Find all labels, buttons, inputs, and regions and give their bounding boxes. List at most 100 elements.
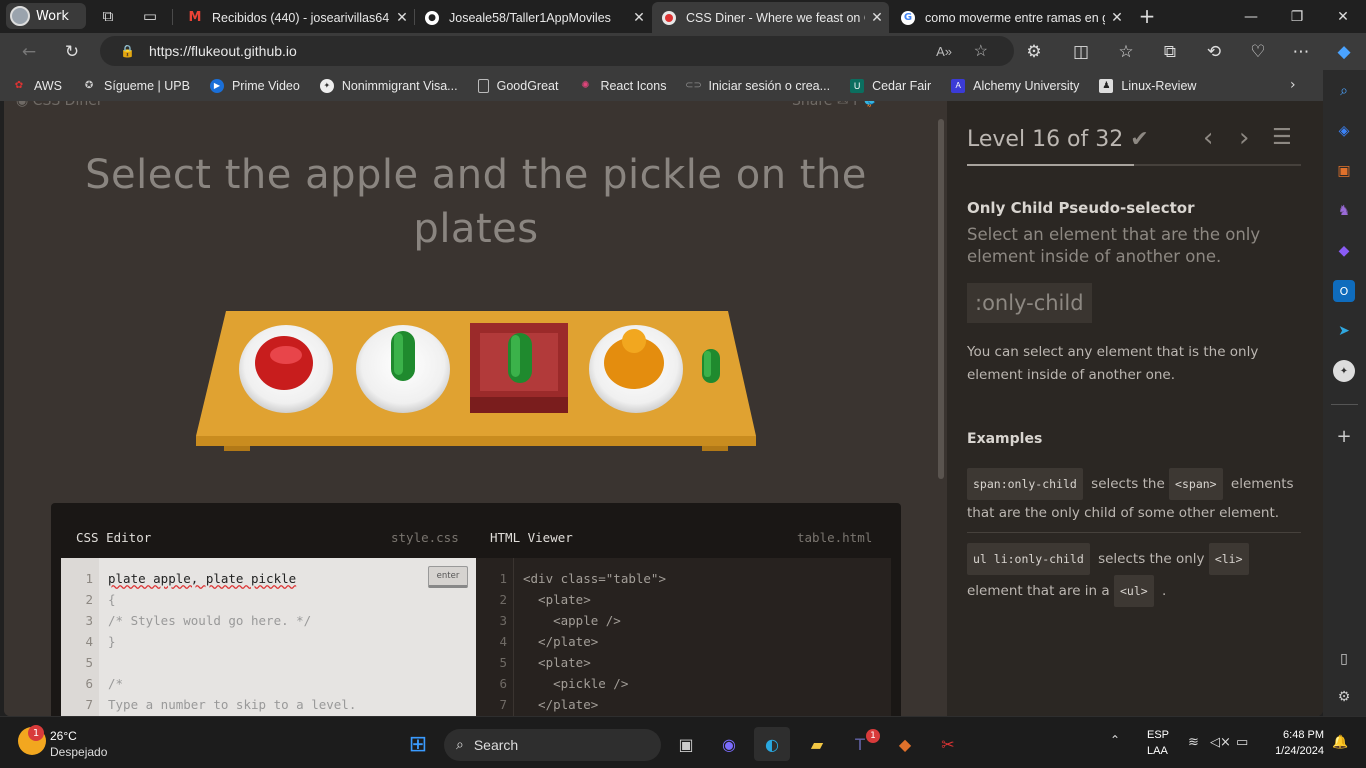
examples-heading: Examples bbox=[967, 431, 1043, 447]
game-area: ◉ CSS Diner Share ✉ f 🐦 Select the apple… bbox=[4, 101, 938, 716]
restore-icon[interactable]: ❐ bbox=[1274, 0, 1320, 33]
performance-icon[interactable]: ♡ bbox=[1245, 39, 1271, 65]
selector-syntax: :only-child bbox=[967, 283, 1092, 323]
order-instruction: Select the apple and the pickle on the p… bbox=[85, 152, 867, 252]
tab-actions-icon[interactable]: ▭ bbox=[139, 5, 161, 27]
weather-badge: 1 bbox=[28, 725, 44, 741]
plate-1[interactable] bbox=[239, 325, 333, 413]
close-icon[interactable]: ✕ bbox=[865, 10, 889, 26]
css-input[interactable]: plate apple, plate pickle bbox=[108, 571, 296, 586]
plate-2[interactable] bbox=[356, 325, 450, 413]
new-tab-icon[interactable]: + bbox=[1136, 4, 1158, 28]
send-icon[interactable]: ➤ bbox=[1333, 320, 1355, 342]
games-icon[interactable]: ♞ bbox=[1333, 200, 1355, 222]
sidebar-toggle-icon[interactable]: ▯ bbox=[1333, 648, 1355, 670]
extensions-icon[interactable]: ⚙ bbox=[1021, 39, 1047, 65]
outlook-icon[interactable]: O bbox=[1333, 280, 1355, 302]
bookmark-visa[interactable]: ✦ Nonimmigrant Visa... bbox=[319, 78, 458, 93]
battery-icon[interactable]: ▭ bbox=[1236, 735, 1248, 750]
enter-button[interactable]: enter bbox=[428, 566, 468, 588]
bookmark-cedar-fair[interactable]: U Cedar Fair bbox=[850, 78, 931, 93]
previous-level-icon[interactable]: ‹ bbox=[1203, 123, 1213, 153]
bookmark-upb[interactable]: ✪ Sígueme | UPB bbox=[82, 79, 190, 93]
minimize-icon[interactable]: — bbox=[1228, 0, 1274, 33]
back-icon[interactable]: ← bbox=[16, 39, 42, 65]
start-icon[interactable]: ⊞ bbox=[400, 727, 436, 761]
visa-sidebar-icon[interactable]: ✦ bbox=[1333, 360, 1355, 382]
git-icon[interactable]: ◆ bbox=[887, 727, 923, 761]
next-level-icon[interactable]: › bbox=[1239, 123, 1249, 153]
favorite-star-icon[interactable]: ☆ bbox=[974, 41, 988, 61]
profile-label: Work bbox=[36, 8, 69, 24]
close-icon[interactable]: ✕ bbox=[627, 10, 651, 26]
bookmark-aws[interactable]: ✿ AWS bbox=[12, 79, 62, 93]
task-view-icon[interactable]: ▣ bbox=[668, 727, 704, 761]
tab-css-diner[interactable]: CSS Diner - Where we feast on C ✕ bbox=[652, 2, 889, 33]
close-icon[interactable]: ✕ bbox=[390, 10, 414, 26]
tag-icon[interactable]: ◈ bbox=[1333, 120, 1355, 142]
page-scrollbar[interactable] bbox=[938, 119, 944, 479]
bookmark-prime[interactable]: ▶ Prime Video bbox=[209, 78, 300, 93]
address-bar[interactable]: 🔒 https://flukeout.github.io A» ☆ bbox=[100, 36, 1014, 66]
lock-icon: 🔒 bbox=[120, 44, 135, 58]
notification-bell-icon[interactable]: 🔔 bbox=[1332, 735, 1348, 750]
bookmark-linux-review[interactable]: ♟ Linux-Review bbox=[1099, 78, 1196, 93]
bookmark-iniciar-sesion[interactable]: ⊂⊃ Iniciar sesión o crea... bbox=[685, 79, 830, 93]
read-aloud-icon[interactable]: A» bbox=[936, 44, 952, 59]
react-icon: ✺ bbox=[581, 80, 590, 91]
profile-button[interactable]: Work bbox=[6, 3, 86, 29]
css-pane[interactable]: 1 2 3 4 5 6 7 plate apple, plate pickle … bbox=[61, 558, 476, 716]
search-icon: ⌕ bbox=[456, 737, 464, 753]
selector-description: You can select any element that is the o… bbox=[967, 344, 1259, 383]
snipping-tool-icon[interactable]: ✂ bbox=[930, 727, 966, 761]
settings-icon[interactable]: ⚙ bbox=[1333, 686, 1355, 708]
wifi-icon[interactable]: ≋ bbox=[1188, 735, 1199, 750]
pickle[interactable] bbox=[391, 331, 415, 381]
level-progress bbox=[967, 164, 1301, 166]
taskbar-search[interactable]: ⌕ Search bbox=[444, 729, 661, 761]
refresh-icon[interactable]: ↻ bbox=[59, 39, 85, 65]
bookmark-goodgreat[interactable]: GoodGreat bbox=[477, 78, 558, 93]
tab-github[interactable]: ● Joseale58/Taller1AppMoviles ✕ bbox=[415, 2, 651, 33]
volume-muted-icon[interactable]: ◁× bbox=[1210, 735, 1231, 750]
menu-icon[interactable]: ☰ bbox=[1272, 125, 1292, 150]
clock-time[interactable]: 6:48 PM bbox=[1266, 729, 1324, 741]
language-layout[interactable]: LAA bbox=[1147, 745, 1168, 757]
tools-icon[interactable]: ▣ bbox=[1333, 160, 1355, 182]
history-icon[interactable]: ⟲ bbox=[1201, 39, 1227, 65]
language-code[interactable]: ESP bbox=[1147, 729, 1169, 741]
apple[interactable] bbox=[255, 336, 313, 390]
weather-temp: 26°C bbox=[50, 729, 77, 743]
add-icon[interactable]: + bbox=[1333, 425, 1355, 447]
pickle-on-table[interactable] bbox=[702, 349, 720, 383]
chevron-right-icon[interactable]: › bbox=[1290, 77, 1296, 93]
bookmark-react-icons[interactable]: ✺ React Icons bbox=[578, 79, 666, 93]
collections-icon[interactable]: ⧉ bbox=[1157, 39, 1183, 65]
tab-bar: Work ⧉ ▭ M Recibidos (440) - josearivill… bbox=[0, 0, 1366, 33]
pickle[interactable] bbox=[508, 333, 532, 383]
close-icon[interactable]: ✕ bbox=[1105, 10, 1129, 26]
video-app-icon[interactable]: ◉ bbox=[711, 727, 747, 761]
file-explorer-icon[interactable]: ▰ bbox=[799, 727, 835, 761]
copilot-icon[interactable]: ◆ bbox=[1331, 39, 1357, 65]
bento[interactable] bbox=[470, 323, 568, 413]
copilot-sidebar-icon[interactable]: ◆ bbox=[1333, 240, 1355, 262]
more-menu-icon[interactable]: ⋯ bbox=[1288, 39, 1314, 65]
search-icon[interactable]: ⌕ bbox=[1333, 80, 1355, 102]
favorites-icon[interactable]: ☆ bbox=[1113, 39, 1139, 65]
level-panel: Level 16 of 32 ✔ ‹ › ☰ Only Child Pseudo… bbox=[947, 101, 1323, 716]
cedar-icon: U bbox=[850, 78, 865, 93]
tab-google[interactable]: G como moverme entre ramas en g ✕ bbox=[891, 2, 1129, 33]
edge-icon[interactable]: ◐ bbox=[754, 727, 790, 761]
code-editor: CSS Editor style.css HTML Viewer table.h… bbox=[51, 503, 901, 716]
clock-date[interactable]: 1/24/2024 bbox=[1262, 745, 1324, 757]
workspaces-icon[interactable]: ⧉ bbox=[97, 5, 119, 27]
split-screen-icon[interactable]: ◫ bbox=[1068, 39, 1094, 65]
close-window-icon[interactable]: ✕ bbox=[1320, 0, 1366, 33]
plate-3[interactable] bbox=[589, 325, 683, 413]
bookmark-alchemy[interactable]: A Alchemy University bbox=[951, 78, 1079, 93]
teams-badge: 1 bbox=[866, 729, 880, 743]
tray-chevron-icon[interactable]: ⌃ bbox=[1110, 733, 1120, 747]
tab-gmail[interactable]: M Recibidos (440) - josearivillas64@ ✕ bbox=[178, 2, 414, 33]
share-icons[interactable]: ✉ f 🐦 bbox=[837, 101, 880, 109]
